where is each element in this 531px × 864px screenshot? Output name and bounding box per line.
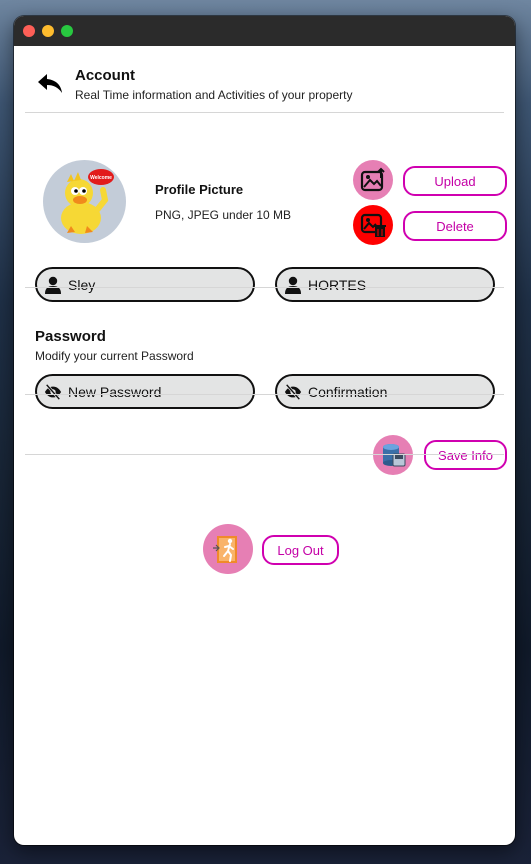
divider <box>25 112 504 113</box>
password-section-title: Password <box>35 328 106 345</box>
eye-slash-icon[interactable] <box>44 383 62 401</box>
divider <box>25 454 504 455</box>
first-name-value: Sley <box>68 276 96 293</box>
eye-slash-icon[interactable] <box>284 383 302 401</box>
user-icon <box>44 276 62 294</box>
maximize-window-button[interactable] <box>61 25 73 37</box>
profile-picture-hint: PNG, JPEG under 10 MB <box>155 208 292 222</box>
app-window: Account Real Time information and Activi… <box>14 16 515 845</box>
back-arrow-icon[interactable] <box>36 70 64 98</box>
avatar: Welcome <box>43 160 126 243</box>
new-password-placeholder: New Password <box>68 383 162 400</box>
password-section-subtitle: Modify your current Password <box>35 349 194 363</box>
first-name-field[interactable]: Sley <box>35 267 255 302</box>
close-window-button[interactable] <box>23 25 35 37</box>
title-bar <box>14 16 515 46</box>
last-name-value: HORTES <box>308 276 367 293</box>
divider <box>25 287 504 288</box>
profile-picture-title: Profile Picture <box>155 182 244 197</box>
upload-image-icon[interactable] <box>353 160 393 200</box>
save-info-button[interactable]: Save Info <box>424 440 507 470</box>
user-icon <box>284 276 302 294</box>
last-name-field[interactable]: HORTES <box>275 267 495 302</box>
new-password-field[interactable]: New Password <box>35 374 255 409</box>
delete-button[interactable]: Delete <box>403 211 507 241</box>
minimize-window-button[interactable] <box>42 25 54 37</box>
avatar-badge-text: Welcome <box>90 175 112 181</box>
exit-door-icon[interactable] <box>203 524 253 574</box>
divider <box>25 394 504 395</box>
page-title: Account <box>75 67 135 84</box>
delete-image-icon[interactable] <box>353 205 393 245</box>
duck-mascot-image: Welcome <box>61 169 114 234</box>
database-save-icon[interactable] <box>373 435 413 475</box>
page-subtitle: Real Time information and Activities of … <box>75 88 353 102</box>
confirmation-placeholder: Confirmation <box>308 383 388 400</box>
log-out-button[interactable]: Log Out <box>262 535 339 565</box>
upload-button[interactable]: Upload <box>403 166 507 196</box>
confirmation-password-field[interactable]: Confirmation <box>275 374 495 409</box>
